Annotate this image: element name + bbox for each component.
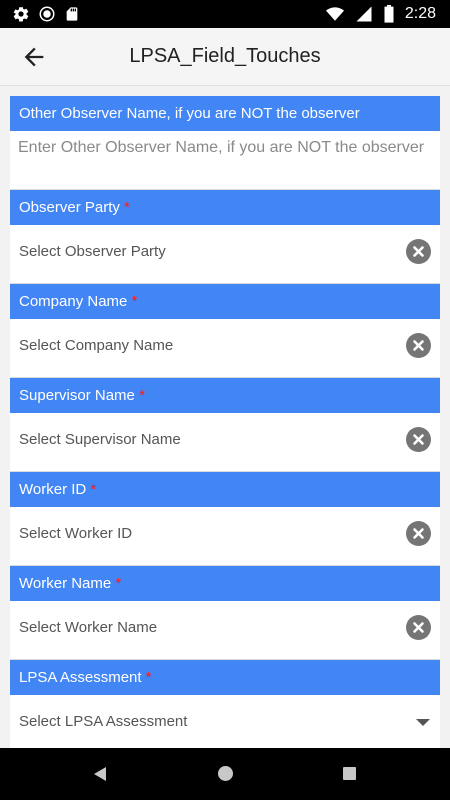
signal-icon (356, 6, 372, 22)
clear-button[interactable] (406, 333, 431, 358)
field-label: Observer Party (19, 199, 120, 216)
status-bar: 2:28 (0, 0, 450, 28)
status-left-icons (12, 4, 80, 24)
other-observer-name-input[interactable]: Enter Other Observer Name, if you are NO… (10, 131, 440, 190)
lpsa-assessment-dropdown[interactable]: Select LPSA Assessment (10, 695, 440, 748)
field-header-other-observer-name: Other Observer Name, if you are NOT the … (10, 96, 440, 131)
field-header-worker-id: Worker ID * (10, 472, 440, 507)
select-value: Select Worker ID (19, 525, 133, 542)
required-marker: * (145, 669, 152, 686)
wifi-icon (325, 7, 344, 21)
field-label: LPSA Assessment (19, 669, 142, 686)
field-header-worker-name: Worker Name * (10, 566, 440, 601)
field-label: Supervisor Name (19, 387, 135, 404)
select-value: Select Supervisor Name (19, 431, 181, 448)
clear-icon (413, 246, 424, 257)
nav-back-icon[interactable] (93, 766, 107, 782)
observer-party-select[interactable]: Select Observer Party (10, 225, 440, 284)
select-value: Select Observer Party (19, 243, 166, 260)
worker-name-select[interactable]: Select Worker Name (10, 601, 440, 660)
battery-icon (384, 5, 394, 23)
select-value: Select Company Name (19, 337, 174, 354)
status-time: 2:28 (404, 5, 436, 22)
app-bar: LPSA_Field_Touches (0, 28, 450, 86)
required-marker: * (115, 575, 122, 592)
field-header-company-name: Company Name * (10, 284, 440, 319)
record-icon (39, 6, 55, 22)
nav-recents-icon[interactable] (343, 767, 356, 780)
status-right-icons: 2:28 (325, 4, 436, 24)
form-scroll-area[interactable]: Other Observer Name, if you are NOT the … (0, 86, 450, 748)
clear-icon (413, 340, 424, 351)
field-header-lpsa-assessment: LPSA Assessment * (10, 660, 440, 695)
clear-button[interactable] (406, 239, 431, 264)
field-header-supervisor-name: Supervisor Name * (10, 378, 440, 413)
clear-icon (413, 434, 424, 445)
page-title: LPSA_Field_Touches (129, 45, 321, 67)
gear-icon (13, 6, 29, 22)
clear-button[interactable] (406, 615, 431, 640)
required-marker: * (131, 293, 138, 310)
input-placeholder: Enter Other Observer Name, if you are NO… (18, 139, 425, 156)
form: Other Observer Name, if you are NOT the … (10, 96, 440, 748)
field-label: Company Name (19, 293, 128, 310)
clear-icon (413, 622, 424, 633)
sd-card-icon (66, 7, 78, 21)
company-name-select[interactable]: Select Company Name (10, 319, 440, 378)
clear-button[interactable] (406, 521, 431, 546)
field-label: Other Observer Name, if you are NOT the … (19, 105, 360, 122)
supervisor-name-select[interactable]: Select Supervisor Name (10, 413, 440, 472)
nav-home-icon[interactable] (218, 766, 233, 781)
clear-icon (413, 528, 424, 539)
select-value: Select Worker Name (19, 619, 158, 636)
required-marker: * (90, 481, 97, 498)
required-marker: * (139, 387, 145, 404)
required-marker: * (124, 199, 130, 216)
clear-button[interactable] (406, 427, 431, 452)
select-value: Select LPSA Assessment (19, 713, 188, 730)
field-label: Worker Name (19, 575, 112, 592)
worker-id-select[interactable]: Select Worker ID (10, 507, 440, 566)
field-header-observer-party: Observer Party * (10, 190, 440, 225)
system-nav-bar (0, 748, 450, 800)
field-label: Worker ID (19, 481, 87, 498)
dropdown-arrow-icon[interactable] (416, 719, 430, 726)
